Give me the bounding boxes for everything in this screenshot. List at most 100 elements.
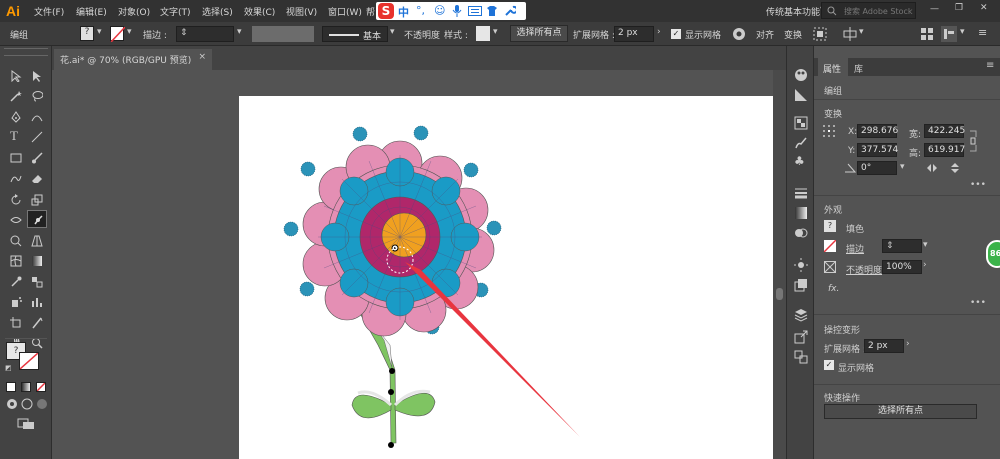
menu-select[interactable]: 选择(S) [202,5,233,18]
direct-selection-tool-icon[interactable] [31,70,43,82]
emoji-icon[interactable]: ☺ [434,4,445,17]
rectangle-tool-icon[interactable] [10,152,22,164]
menu-edit[interactable]: 编辑(E) [76,5,107,18]
stroke-swatch[interactable] [110,26,126,43]
type-tool-icon[interactable]: T [10,128,18,144]
width-field[interactable]: 422.245 [924,124,965,138]
shape-builder-tool-icon[interactable] [10,235,22,247]
appearance-icon[interactable] [794,258,808,272]
artboard-tool-icon[interactable] [10,317,22,329]
chevron-down-icon[interactable]: ▾ [97,27,102,37]
opacity-label[interactable]: 不透明度 [404,28,440,41]
artboards-icon[interactable] [794,350,808,364]
recolor-icon[interactable] [732,27,746,41]
chevron-down-icon[interactable]: ▾ [923,240,928,250]
line-tool-icon[interactable] [31,131,43,143]
minimize-icon[interactable]: — [930,4,939,14]
menu-view[interactable]: 视图(V) [286,5,317,18]
chevron-right-icon[interactable]: › [657,27,661,37]
flip-vertical-icon[interactable] [950,162,960,174]
scale-tool-icon[interactable] [31,194,43,206]
chevron-down-icon[interactable]: ▾ [493,27,498,37]
lasso-tool-icon[interactable] [31,90,43,102]
menu-icon[interactable]: ≡ [978,26,987,39]
scrollbar-thumb[interactable] [776,288,783,300]
skin-icon[interactable] [486,5,498,17]
default-colors-icon[interactable]: ◩ [5,364,12,372]
chevron-right-icon[interactable]: › [923,260,927,270]
eraser-tool-icon[interactable] [31,173,43,185]
menu-file[interactable]: 文件(F) [34,5,64,18]
select-all-points-button[interactable]: 选择所有点 [824,404,977,419]
select-all-points-button[interactable]: 选择所有点 [510,25,568,42]
transform-label[interactable]: 变换 [784,28,802,41]
height-field[interactable]: 619.917 [924,143,965,157]
color-guide-icon[interactable] [794,88,808,102]
fill-swatch[interactable]: ? [80,26,94,41]
gradient-tool-icon[interactable] [31,255,43,267]
puppet-pin[interactable] [389,368,395,374]
curvature-tool-icon[interactable] [31,111,43,123]
fx-button[interactable]: fx. [828,284,839,294]
symbols-icon[interactable]: ♣ [794,154,805,168]
expand-mesh-field[interactable]: 2 px [614,26,654,42]
chevron-down-icon[interactable]: ▾ [859,27,864,37]
puppet-pin[interactable] [388,389,394,395]
shaper-tool-icon[interactable] [10,173,22,185]
constrain-proportions-icon[interactable] [968,129,978,153]
screen-mode-icon[interactable] [17,418,35,430]
maximize-icon[interactable]: ❐ [955,3,963,13]
none-mode-button[interactable] [36,382,46,392]
variable-width-field[interactable] [252,26,314,42]
stock-search[interactable]: 搜索 Adobe Stock [821,2,916,19]
mesh-tool-icon[interactable] [10,255,22,267]
chevron-down-icon[interactable]: ▾ [237,27,242,37]
chevron-down-icon[interactable]: ▾ [127,27,132,37]
tab-close-icon[interactable]: × [198,52,206,62]
more-options[interactable]: ••• [970,298,986,308]
ime-mode[interactable]: 中 [398,4,409,20]
tab-properties[interactable]: 属性 [818,58,848,76]
mic-icon[interactable] [452,5,462,17]
menu-effect[interactable]: 效果(C) [244,5,275,18]
rotate-angle-field[interactable]: 0° [857,161,897,175]
floating-badge[interactable]: 86 [986,240,1000,268]
opacity-label[interactable]: 不透明度 [846,263,882,276]
pen-tool-icon[interactable] [10,111,22,123]
paintbrush-tool-icon[interactable] [31,152,43,164]
opacity-field[interactable]: 100% [882,260,922,274]
show-mesh-checkbox[interactable]: ✓ [824,360,834,370]
perspective-grid-tool-icon[interactable] [31,235,43,247]
color-panel-icon[interactable] [794,68,808,82]
arrange-documents-icon[interactable] [941,26,957,42]
appearance-fill-swatch[interactable]: ? [824,220,836,232]
reference-point-icon[interactable] [822,124,836,138]
asset-export-icon[interactable] [794,330,808,344]
draw-inside-icon[interactable] [36,398,48,410]
arrange-icon[interactable] [843,27,857,41]
draw-behind-icon[interactable] [21,398,33,410]
keyboard-icon[interactable] [468,6,482,16]
expand-mesh-field[interactable]: 2 px [864,339,904,353]
y-field[interactable]: 377.574 [857,143,898,157]
toolbar-grip[interactable] [4,48,48,56]
swatches-icon[interactable] [794,116,808,130]
selection-tool-icon[interactable] [10,70,22,82]
workspace-switcher[interactable]: 传统基本功能 [766,5,820,18]
isolate-icon[interactable] [813,27,827,41]
transparency-icon[interactable] [794,226,808,240]
show-mesh-checkbox[interactable]: ✓ [671,29,681,39]
menu-object[interactable]: 对象(O) [118,5,150,18]
color-mode-button[interactable] [6,382,16,392]
x-field[interactable]: 298.676 [857,124,898,138]
menu-text[interactable]: 文字(T) [160,5,191,18]
brushes-icon[interactable] [794,136,808,150]
stroke-color-box[interactable] [19,352,39,370]
vertical-scrollbar[interactable] [773,70,786,459]
close-icon[interactable]: ✕ [980,3,988,13]
stroke-label[interactable]: 描边 [846,242,864,255]
draw-normal-icon[interactable] [6,398,18,410]
panel-menu-icon[interactable]: ≡ [986,60,994,71]
gradient-mode-button[interactable] [21,382,31,392]
graphic-styles-icon[interactable] [794,278,808,292]
